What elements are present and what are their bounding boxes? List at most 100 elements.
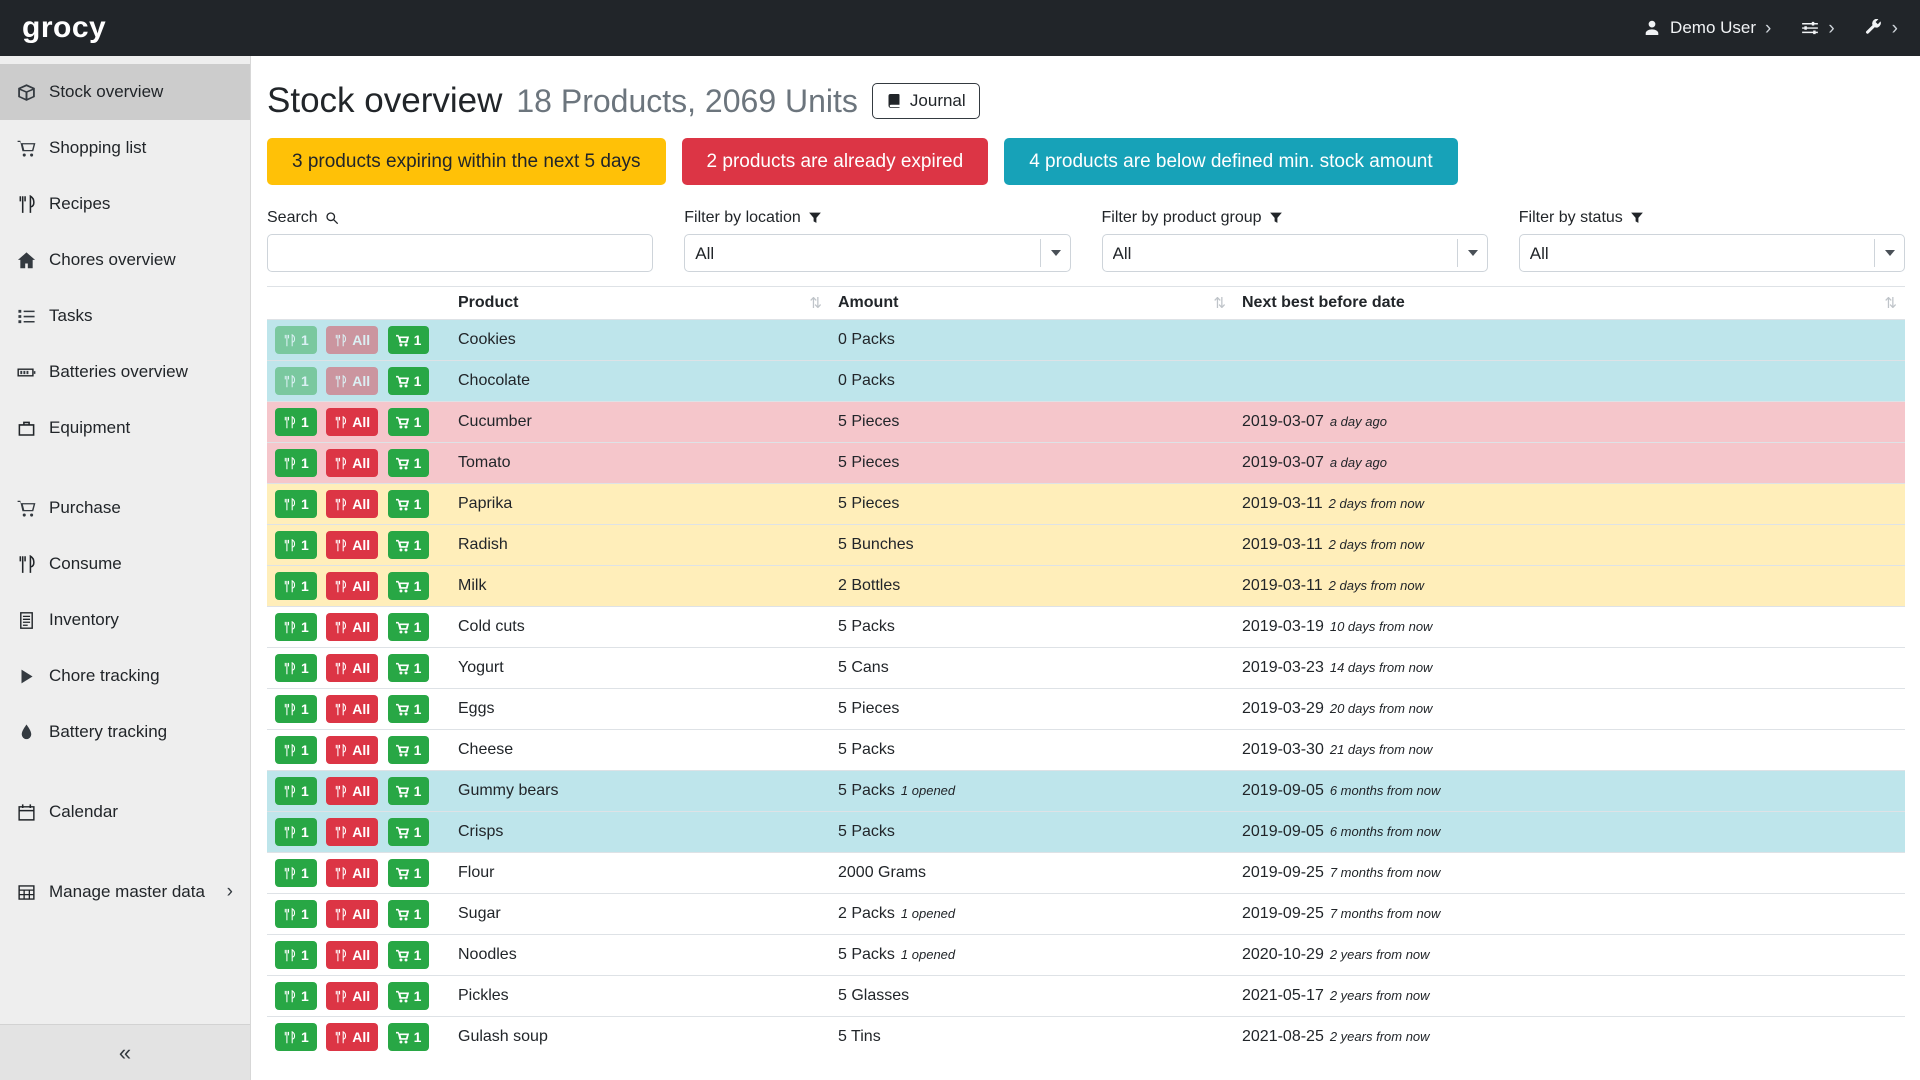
sidebar-collapse-button[interactable]: « <box>0 1024 250 1080</box>
add-to-shopping-list-button[interactable]: 1 <box>388 654 430 682</box>
add-to-shopping-list-button[interactable]: 1 <box>388 941 430 969</box>
add-to-shopping-list-button[interactable]: 1 <box>388 326 430 354</box>
row-menu-button[interactable]: ⋮ <box>439 697 450 722</box>
consume-all-button[interactable]: All <box>326 736 378 764</box>
consume-all-button[interactable]: All <box>326 695 378 723</box>
consume-one-button[interactable]: 1 <box>275 941 317 969</box>
add-to-shopping-list-button[interactable]: 1 <box>388 982 430 1010</box>
sidebar-item-purchase[interactable]: Purchase <box>0 480 250 536</box>
consume-one-button[interactable]: 1 <box>275 859 317 887</box>
add-to-shopping-list-button[interactable]: 1 <box>388 613 430 641</box>
sidebar-item-battery-tracking[interactable]: Battery tracking <box>0 704 250 760</box>
add-to-shopping-list-button[interactable]: 1 <box>388 408 430 436</box>
amount-column-header[interactable]: Amount ⇅ <box>830 287 1234 320</box>
journal-button[interactable]: Journal <box>872 83 980 119</box>
add-to-shopping-list-button[interactable]: 1 <box>388 777 430 805</box>
consume-one-button[interactable]: 1 <box>275 613 317 641</box>
expired-products-pill[interactable]: 2 products are already expired <box>682 138 989 185</box>
sidebar-item-tasks[interactable]: Tasks <box>0 288 250 344</box>
add-to-shopping-list-button[interactable]: 1 <box>388 736 430 764</box>
add-to-shopping-list-button[interactable]: 1 <box>388 531 430 559</box>
below-min-stock-pill[interactable]: 4 products are below defined min. stock … <box>1004 138 1457 185</box>
consume-all-button[interactable]: All <box>326 859 378 887</box>
row-menu-button[interactable]: ⋮ <box>439 984 450 1009</box>
row-menu-button[interactable]: ⋮ <box>439 451 450 476</box>
row-menu-button[interactable]: ⋮ <box>439 943 450 968</box>
add-to-shopping-list-button[interactable]: 1 <box>388 449 430 477</box>
consume-one-button[interactable]: 1 <box>275 736 317 764</box>
row-menu-button[interactable]: ⋮ <box>439 328 450 353</box>
consume-one-button[interactable]: 1 <box>275 449 317 477</box>
user-menu[interactable]: Demo User › <box>1643 18 1771 38</box>
sidebar-item-chore-tracking[interactable]: Chore tracking <box>0 648 250 704</box>
expiring-products-pill[interactable]: 3 products expiring within the next 5 da… <box>267 138 666 185</box>
add-to-shopping-list-button[interactable]: 1 <box>388 900 430 928</box>
row-menu-button[interactable]: ⋮ <box>439 410 450 435</box>
consume-all-button[interactable]: All <box>326 449 378 477</box>
add-to-shopping-list-button[interactable]: 1 <box>388 818 430 846</box>
sidebar-item-calendar[interactable]: Calendar <box>0 784 250 840</box>
row-menu-button[interactable]: ⋮ <box>439 369 450 394</box>
row-menu-button[interactable]: ⋮ <box>439 656 450 681</box>
add-to-shopping-list-button[interactable]: 1 <box>388 367 430 395</box>
row-menu-button[interactable]: ⋮ <box>439 902 450 927</box>
consume-one-button[interactable]: 1 <box>275 695 317 723</box>
row-menu-button[interactable]: ⋮ <box>439 533 450 558</box>
consume-one-button[interactable]: 1 <box>275 490 317 518</box>
consume-one-button[interactable]: 1 <box>275 777 317 805</box>
consume-one-button[interactable]: 1 <box>275 982 317 1010</box>
add-to-shopping-list-button[interactable]: 1 <box>388 859 430 887</box>
sidebar-item-manage-master-data[interactable]: Manage master data › <box>0 864 250 920</box>
row-menu-button[interactable]: ⋮ <box>439 1025 450 1050</box>
row-menu-button[interactable]: ⋮ <box>439 779 450 804</box>
product-column-header[interactable]: Product ⇅ <box>450 287 830 320</box>
add-to-shopping-list-button[interactable]: 1 <box>388 1023 430 1051</box>
sort-icon[interactable]: ⇅ <box>1884 294 1897 312</box>
sort-icon[interactable]: ⇅ <box>1213 294 1226 312</box>
status-select[interactable]: All <box>1519 234 1905 272</box>
consume-all-button[interactable]: All <box>326 490 378 518</box>
location-select[interactable]: All <box>684 234 1070 272</box>
consume-all-button[interactable]: All <box>326 572 378 600</box>
add-to-shopping-list-button[interactable]: 1 <box>388 695 430 723</box>
sidebar-item-equipment[interactable]: Equipment <box>0 400 250 456</box>
search-input[interactable] <box>267 234 653 272</box>
sidebar-item-batteries-overview[interactable]: Batteries overview <box>0 344 250 400</box>
consume-one-button[interactable]: 1 <box>275 367 317 395</box>
sidebar-item-shopping-list[interactable]: Shopping list <box>0 120 250 176</box>
consume-all-button[interactable]: All <box>326 531 378 559</box>
add-to-shopping-list-button[interactable]: 1 <box>388 572 430 600</box>
consume-one-button[interactable]: 1 <box>275 531 317 559</box>
sort-icon[interactable]: ⇅ <box>809 294 822 312</box>
consume-all-button[interactable]: All <box>326 326 378 354</box>
consume-one-button[interactable]: 1 <box>275 1023 317 1051</box>
consume-all-button[interactable]: All <box>326 367 378 395</box>
consume-all-button[interactable]: All <box>326 1023 378 1051</box>
sidebar-item-inventory[interactable]: Inventory <box>0 592 250 648</box>
date-column-header[interactable]: Next best before date ⇅ <box>1234 287 1905 320</box>
row-menu-button[interactable]: ⋮ <box>439 574 450 599</box>
add-to-shopping-list-button[interactable]: 1 <box>388 490 430 518</box>
consume-all-button[interactable]: All <box>326 777 378 805</box>
consume-one-button[interactable]: 1 <box>275 572 317 600</box>
row-menu-button[interactable]: ⋮ <box>439 861 450 886</box>
row-menu-button[interactable]: ⋮ <box>439 492 450 517</box>
consume-all-button[interactable]: All <box>326 982 378 1010</box>
consume-one-button[interactable]: 1 <box>275 654 317 682</box>
row-menu-button[interactable]: ⋮ <box>439 820 450 845</box>
consume-all-button[interactable]: All <box>326 613 378 641</box>
row-menu-button[interactable]: ⋮ <box>439 738 450 763</box>
sidebar-item-recipes[interactable]: Recipes <box>0 176 250 232</box>
app-logo[interactable]: grocy <box>22 11 106 45</box>
row-menu-button[interactable]: ⋮ <box>439 615 450 640</box>
consume-all-button[interactable]: All <box>326 941 378 969</box>
consume-all-button[interactable]: All <box>326 408 378 436</box>
sidebar-item-stock-overview[interactable]: Stock overview <box>0 64 250 120</box>
consume-one-button[interactable]: 1 <box>275 408 317 436</box>
admin-menu[interactable]: › <box>1865 19 1898 38</box>
consume-one-button[interactable]: 1 <box>275 818 317 846</box>
consume-all-button[interactable]: All <box>326 654 378 682</box>
product-group-select[interactable]: All <box>1102 234 1488 272</box>
consume-all-button[interactable]: All <box>326 900 378 928</box>
sidebar-item-consume[interactable]: Consume <box>0 536 250 592</box>
